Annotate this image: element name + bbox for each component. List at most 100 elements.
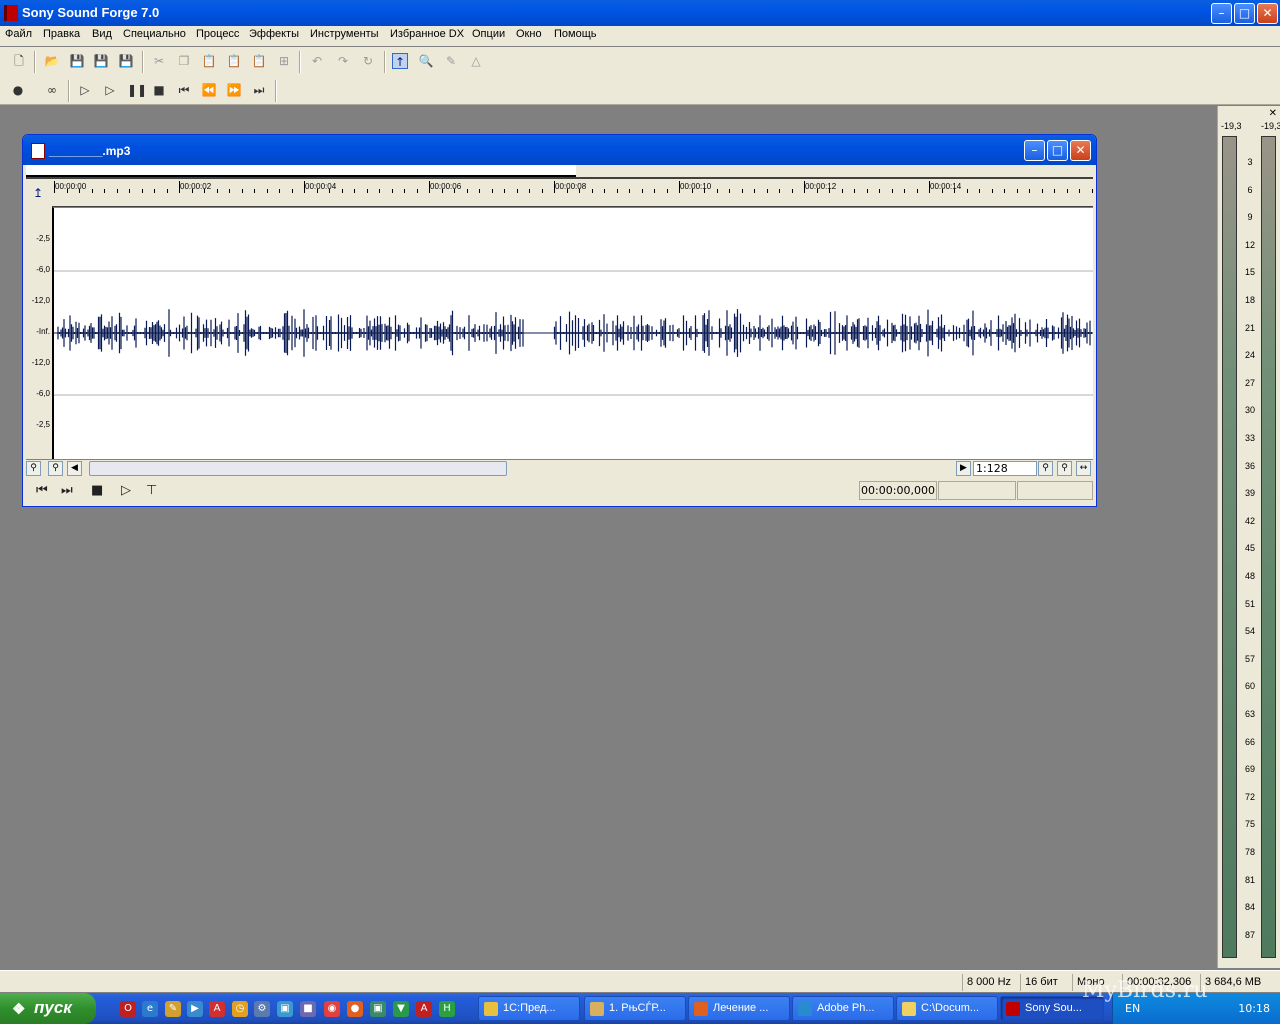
go-to-end-icon[interactable]: ⏭ [251, 82, 267, 98]
zoom-in-full-icon[interactable]: ⚲ [48, 461, 63, 476]
go-to-end-icon[interactable]: ⏭ [61, 483, 73, 498]
stop-icon[interactable]: ■ [151, 82, 167, 98]
play-looped-icon[interactable]: ⊤ [146, 483, 157, 498]
crop-icon[interactable]: ⊞ [276, 53, 292, 69]
zoom-horizontal-icon[interactable]: ↔ [1076, 461, 1091, 476]
cut-icon[interactable]: ✂ [151, 53, 167, 69]
app-titlebar[interactable]: Sony Sound Forge 7.0 – □ ✕ [0, 0, 1280, 26]
save-icon[interactable]: 💾 [69, 53, 85, 69]
menu-effects[interactable]: Эффекты [249, 28, 299, 40]
task-button-photoshop[interactable]: Adobe Ph... [792, 996, 894, 1021]
record-icon[interactable]: ● [10, 82, 26, 98]
desktop-icon[interactable]: ▣ [277, 1001, 293, 1017]
doc-minimize-button[interactable]: – [1024, 140, 1045, 161]
clock-app-icon[interactable]: ◷ [232, 1001, 248, 1017]
play-normal-icon[interactable]: ▷ [121, 483, 131, 498]
paste-new-icon[interactable]: 📋 [226, 53, 242, 69]
quicklaunch-app-icon[interactable]: ▣ [370, 1001, 386, 1017]
open-folder-icon[interactable]: 📂 [44, 53, 60, 69]
language-indicator[interactable]: EN [1125, 1002, 1140, 1015]
waveform-display[interactable] [52, 207, 1093, 459]
pencil-tool-icon[interactable]: ✎ [443, 53, 459, 69]
loop-playback-icon[interactable]: ∞ [44, 82, 60, 98]
menu-file[interactable]: Файл [5, 28, 32, 40]
menu-options[interactable]: Опции [472, 28, 505, 40]
zoom-out-full-icon[interactable]: ⚲ [26, 461, 41, 476]
close-button[interactable]: ✕ [1257, 3, 1278, 24]
menu-tools[interactable]: Инструменты [310, 28, 379, 40]
repeat-icon[interactable]: ↻ [360, 53, 376, 69]
quicklaunch-app-icon[interactable]: ▶ [187, 1001, 203, 1017]
new-file-icon[interactable]: 🗋 [11, 53, 27, 69]
fast-forward-icon[interactable]: ⏩ [226, 82, 242, 98]
ruler-minor-tick [129, 189, 130, 193]
firefox-icon[interactable]: ● [347, 1001, 363, 1017]
play-all-icon[interactable]: ▷ [77, 82, 93, 98]
doc-maximize-button[interactable]: □ [1047, 140, 1068, 161]
time-ruler[interactable]: 00:00:00 00:00:02 00:00:04 00:00:06 00:00:08… [52, 181, 1093, 207]
menu-window[interactable]: Окно [516, 28, 542, 40]
document-window[interactable]: ________.mp3 – □ ✕ ↥ 00:00:00 00:00:02 00:… [22, 134, 1097, 507]
horizontal-scrollbar[interactable]: ⚲ ⚲ ◀ ▶ 1:128 ⚲ ⚲ ↔ [26, 459, 1093, 476]
acrobat-icon[interactable]: A [416, 1001, 432, 1017]
save-as-icon[interactable]: 💾 [93, 53, 109, 69]
doc-close-button[interactable]: ✕ [1070, 140, 1091, 161]
task-button-explorer[interactable]: C:\Docum... [896, 996, 998, 1021]
ie-icon[interactable]: e [142, 1001, 158, 1017]
menu-process[interactable]: Процесс [196, 28, 239, 40]
stop-icon[interactable]: ■ [91, 483, 103, 498]
peak-left-label: -19,3 [1221, 121, 1242, 131]
rewind-icon[interactable]: ⏪ [201, 82, 217, 98]
go-to-start-icon[interactable]: ⏮ [176, 82, 192, 98]
copy-icon[interactable]: ❐ [176, 53, 192, 69]
pause-icon[interactable]: ❚❚ [127, 82, 147, 98]
edit-tool-icon[interactable]: ↑ [392, 53, 408, 69]
menu-special[interactable]: Специально [123, 28, 186, 40]
task-button-firefox[interactable]: Лечение ... [688, 996, 790, 1021]
menu-favorites-dx[interactable]: Избранное DX [390, 28, 464, 40]
quicklaunch-app-icon[interactable]: H [439, 1001, 455, 1017]
redo-icon[interactable]: ↷ [335, 53, 351, 69]
quicklaunch-app-icon[interactable]: ✎ [165, 1001, 181, 1017]
minimize-button[interactable]: – [1211, 3, 1232, 24]
meter-close-icon[interactable]: ✕ [1269, 108, 1277, 119]
cursor-position: 00:00:00,000 [859, 481, 937, 500]
meter-scale-label: 57 [1244, 653, 1255, 664]
document-transport: ⏮ ⏭ ■ ▷ ⊤ 00:00:00,000 [26, 479, 1093, 503]
menu-edit[interactable]: Правка [43, 28, 80, 40]
mix-icon[interactable]: 📋 [251, 53, 267, 69]
task-button-doc[interactable]: 1. РњСЃР... [584, 996, 686, 1021]
start-button[interactable]: ❖ пуск [0, 993, 96, 1024]
undo-icon[interactable]: ↶ [309, 53, 325, 69]
go-to-start-icon[interactable]: ⏮ [36, 483, 48, 498]
level-ruler-icon[interactable]: ↥ [26, 181, 50, 205]
scroll-right-icon[interactable]: ▶ [956, 461, 971, 476]
meter-scale-label: 78 [1244, 847, 1255, 857]
save-all-icon[interactable]: 💾 [118, 53, 134, 69]
scroll-left-icon[interactable]: ◀ [67, 461, 82, 476]
zoom-in-icon[interactable]: ⚲ [1038, 461, 1053, 476]
pdf-icon[interactable]: A [209, 1001, 225, 1017]
app-icon [4, 5, 18, 21]
maximize-button[interactable]: □ [1234, 3, 1255, 24]
document-titlebar[interactable]: ________.mp3 – □ ✕ [23, 135, 1096, 165]
overview-selection[interactable] [26, 165, 576, 177]
paste-icon[interactable]: 📋 [201, 53, 217, 69]
menu-help[interactable]: Помощь [554, 28, 597, 40]
overview-bar[interactable] [26, 165, 1093, 179]
quicklaunch-app-icon[interactable]: ◉ [324, 1001, 340, 1017]
zoom-out-icon[interactable]: ⚲ [1057, 461, 1072, 476]
menu-view[interactable]: Вид [92, 28, 112, 40]
ruler-minor-tick [1091, 189, 1093, 193]
clock[interactable]: 10:18 [1238, 1002, 1270, 1015]
quicklaunch-app-icon[interactable]: ▼ [393, 1001, 409, 1017]
envelope-tool-icon[interactable]: △ [468, 53, 484, 69]
opera-icon[interactable]: O [120, 1001, 136, 1017]
scroll-thumb[interactable] [89, 461, 507, 476]
quicklaunch-app-icon[interactable]: ■ [300, 1001, 316, 1017]
task-button-1c[interactable]: 1С:Пред... [478, 996, 580, 1021]
zoom-ratio-field[interactable]: 1:128 [973, 461, 1037, 476]
quicklaunch-app-icon[interactable]: ⚙ [254, 1001, 270, 1017]
play-icon[interactable]: ▷ [102, 82, 118, 98]
magnify-tool-icon[interactable]: 🔍 [418, 53, 434, 69]
